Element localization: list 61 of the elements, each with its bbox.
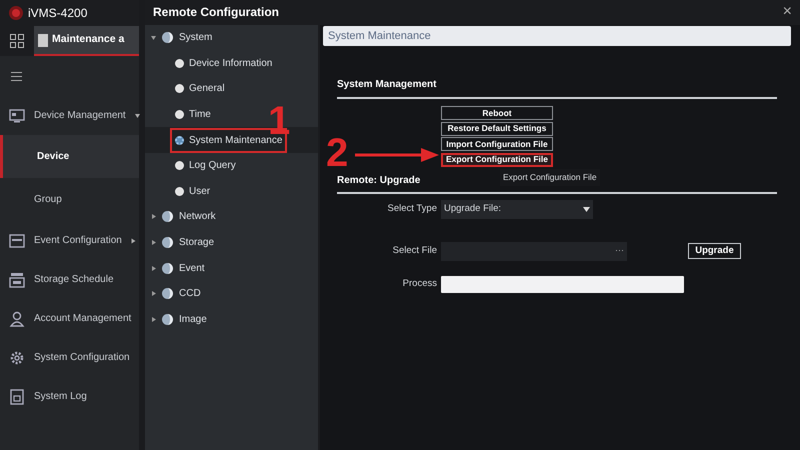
globe-icon <box>162 288 173 300</box>
sidebar-item[interactable]: Account Management <box>34 311 136 326</box>
browse-button[interactable]: ··· <box>615 244 624 258</box>
globe-icon <box>162 262 173 274</box>
tree-item[interactable]: Image <box>179 312 207 327</box>
globe-icon <box>162 211 173 222</box>
action-button[interactable]: Restore Default Settings <box>441 122 553 136</box>
action-button[interactable]: Import Configuration File <box>441 137 553 151</box>
sidebar-item[interactable]: System Log <box>34 389 136 404</box>
type-dropdown[interactable]: Upgrade File: <box>441 200 593 218</box>
logo-icon <box>9 6 23 20</box>
storage-icon <box>9 272 25 288</box>
tree-item[interactable]: Time <box>170 102 216 128</box>
field-label: Process <box>402 276 438 291</box>
field-label: Select Type <box>386 202 438 216</box>
caret-icon[interactable] <box>134 114 140 118</box>
tree-item[interactable]: CCD <box>179 286 201 302</box>
caret-icon[interactable] <box>151 214 156 220</box>
caret-icon[interactable] <box>151 316 156 322</box>
tree-item[interactable]: Log Query <box>170 153 241 178</box>
section-heading: System Management <box>337 78 438 92</box>
field-label: Select File <box>392 244 438 258</box>
caret-icon[interactable] <box>151 35 156 40</box>
tree-item[interactable]: General <box>170 76 230 102</box>
tree-item[interactable]: Storage <box>179 235 214 250</box>
tree-item[interactable]: System <box>179 30 212 46</box>
dialog-title: Remote Configuration <box>153 4 279 20</box>
grid-icon[interactable] <box>10 34 24 48</box>
close-button[interactable]: × <box>782 4 792 20</box>
dropdown-arrow-icon <box>583 206 590 212</box>
upgrade-button[interactable]: Upgrade <box>688 243 741 259</box>
tree-item[interactable]: Event <box>179 260 205 276</box>
caret-icon[interactable] <box>151 240 156 246</box>
panel-header: System Maintenance <box>323 26 791 46</box>
document-icon <box>9 388 25 404</box>
globe-icon <box>162 237 173 248</box>
sidebar-item[interactable]: Event Configuration <box>34 233 122 248</box>
step-number: 2 <box>326 133 348 173</box>
globe-icon <box>162 32 173 44</box>
caret-icon[interactable] <box>151 291 156 296</box>
sidebar-subitem[interactable]: Device <box>0 135 139 178</box>
globe-icon <box>162 314 173 325</box>
tree-item[interactable]: User <box>170 178 216 204</box>
sidebar-item[interactable]: System Configuration <box>34 350 136 365</box>
tree-item[interactable]: Device Information <box>170 50 278 76</box>
app-tab[interactable]: Maintenance a <box>34 26 139 56</box>
panel-icon <box>9 232 25 248</box>
caret-icon[interactable] <box>151 266 156 271</box>
person-icon <box>9 310 25 326</box>
section-heading: Remote: Upgrade <box>337 174 420 188</box>
menu-icon[interactable] <box>11 72 22 80</box>
action-button[interactable]: Export Configuration File <box>441 152 553 166</box>
monitor-icon <box>9 108 25 124</box>
action-button[interactable]: Reboot <box>441 106 553 120</box>
tree-item[interactable]: Network <box>179 209 216 224</box>
file-field[interactable]: ··· <box>441 242 627 260</box>
sidebar-item[interactable]: Device Management <box>34 108 126 123</box>
sidebar-item[interactable]: Storage Schedule <box>34 272 136 287</box>
caret-icon[interactable] <box>132 238 136 243</box>
app-title: iVMS-4200 <box>28 5 88 22</box>
sidebar-subitem[interactable]: Group <box>0 178 139 221</box>
